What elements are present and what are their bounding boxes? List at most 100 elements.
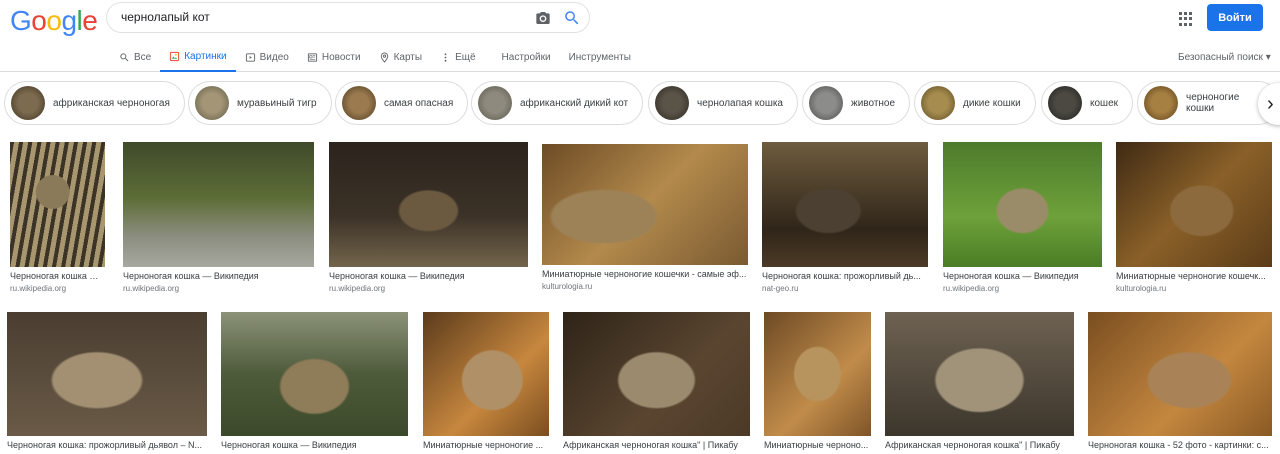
image-result[interactable]: Миниатюрные черноногие кошечк... kulturo… xyxy=(1116,142,1272,293)
chip-label: черноногие кошки xyxy=(1186,92,1240,114)
chip[interactable]: животное xyxy=(802,81,911,125)
tab-label: Настройки xyxy=(501,51,551,63)
image-result[interactable]: Африканская черноногая кошка" | Пикабу xyxy=(563,312,750,450)
chip-label: африканская черноногая xyxy=(53,97,170,109)
tab-tools[interactable]: Инструменты xyxy=(560,46,640,68)
google-logo[interactable]: Google xyxy=(10,5,98,37)
chip-label: африканский дикий кот xyxy=(520,97,629,109)
chip-thumbnail xyxy=(195,86,229,120)
image-result[interactable]: Черноногая кошка — ... ru.wikipedia.org xyxy=(10,142,105,293)
search-icon xyxy=(120,52,129,61)
result-source: ru.wikipedia.org xyxy=(329,284,386,293)
result-title[interactable]: Африканская черноногая кошка" | Пикабу xyxy=(563,440,750,450)
search-box[interactable] xyxy=(106,2,590,33)
chip[interactable]: дикие кошки xyxy=(914,81,1036,125)
chip-label: кошек xyxy=(1090,97,1119,109)
result-thumbnail[interactable] xyxy=(221,312,408,436)
result-thumbnail[interactable] xyxy=(1116,142,1272,267)
result-thumbnail[interactable] xyxy=(762,142,928,267)
result-source: nat-geo.ru xyxy=(762,284,799,293)
tab-all[interactable]: Все xyxy=(110,46,160,68)
chip-label: дикие кошки xyxy=(963,97,1021,109)
result-source: ru.wikipedia.org xyxy=(123,284,180,293)
safe-search-dropdown[interactable]: Безопасный поиск ▾ xyxy=(1178,52,1271,63)
tab-video[interactable]: Видео xyxy=(236,46,298,68)
tab-maps[interactable]: Карты xyxy=(370,46,432,68)
tab-label: Карты xyxy=(393,51,423,63)
tab-images[interactable]: Картинки xyxy=(160,46,236,72)
more-vert-icon xyxy=(444,52,447,62)
search-icon[interactable] xyxy=(563,9,581,27)
image-result[interactable]: Миниатюрные черноногие кошечки - самые э… xyxy=(542,144,748,291)
logo-letter: e xyxy=(82,5,98,36)
image-result[interactable]: Черноногая кошка: прожорливый дьявол – N… xyxy=(7,312,207,450)
result-title[interactable]: Миниатюрные черноно... xyxy=(764,440,871,450)
result-title[interactable]: Черноногая кошка - 52 фото - картинки: с… xyxy=(1088,440,1272,450)
result-thumbnail[interactable] xyxy=(10,142,105,267)
result-title[interactable]: Черноногая кошка: прожорливый дь... xyxy=(762,271,928,281)
apps-grid-icon[interactable] xyxy=(1179,12,1193,26)
tab-more[interactable]: Ещё xyxy=(431,46,484,68)
result-title[interactable]: Черноногая кошка — Википедия xyxy=(221,440,408,450)
result-title[interactable]: Миниатюрные черноногие кошечки - самые э… xyxy=(542,269,748,279)
chip[interactable]: чернолапая кошка xyxy=(648,81,798,125)
result-thumbnail[interactable] xyxy=(7,312,207,436)
result-thumbnail[interactable] xyxy=(423,312,549,436)
result-title[interactable]: Черноногая кошка: прожорливый дьявол – N… xyxy=(7,440,207,450)
result-thumbnail[interactable] xyxy=(764,312,871,436)
result-thumbnail[interactable] xyxy=(123,142,314,267)
tab-news[interactable]: Новости xyxy=(298,46,370,68)
image-result[interactable]: Африканская черноногая кошка" | Пикабу xyxy=(885,312,1074,450)
chip[interactable]: кошек xyxy=(1041,81,1134,125)
tab-label: Инструменты xyxy=(568,51,631,63)
news-icon xyxy=(307,52,317,62)
image-icon xyxy=(170,51,180,61)
result-title[interactable]: Африканская черноногая кошка" | Пикабу xyxy=(885,440,1074,450)
result-thumbnail[interactable] xyxy=(1088,312,1272,436)
chip-thumbnail xyxy=(655,86,689,120)
image-result[interactable]: Миниатюрные черноно... xyxy=(764,312,871,450)
image-result[interactable]: Черноногая кошка — Википедия ru.wikipedi… xyxy=(123,142,314,293)
image-result[interactable]: Черноногая кошка — Википедия ru.wikipedi… xyxy=(943,142,1102,293)
image-result[interactable]: Миниатюрные черноногие ... xyxy=(423,312,549,450)
tab-settings[interactable]: Настройки xyxy=(493,46,560,68)
result-title[interactable]: Миниатюрные черноногие кошечк... xyxy=(1116,271,1272,281)
image-result[interactable]: Черноногая кошка: прожорливый дь... nat-… xyxy=(762,142,928,293)
result-source: kulturologia.ru xyxy=(542,282,593,291)
pin-icon xyxy=(380,51,388,63)
result-title[interactable]: Черноногая кошка — Википедия xyxy=(943,271,1102,281)
chip[interactable]: самая опасная xyxy=(335,81,469,125)
result-title[interactable]: Черноногая кошка — ... xyxy=(10,271,105,281)
chip-label: животное xyxy=(851,97,896,109)
result-source: ru.wikipedia.org xyxy=(943,284,1000,293)
chip[interactable]: африканский дикий кот xyxy=(471,81,644,125)
chip[interactable]: африканская черноногая xyxy=(4,81,185,125)
image-result[interactable]: Черноногая кошка — Википедия ru.wikipedi… xyxy=(329,142,528,293)
tab-label: Видео xyxy=(259,51,289,63)
result-source: kulturologia.ru xyxy=(1116,284,1167,293)
top-bar: Google Войти Все Картинки Видео Новости … xyxy=(0,0,1280,72)
result-title[interactable]: Черноногая кошка — Википедия xyxy=(329,271,528,281)
result-thumbnail[interactable] xyxy=(885,312,1074,436)
result-source: ru.wikipedia.org xyxy=(10,284,67,293)
chip-label: чернолапая кошка xyxy=(697,97,783,109)
sign-in-button[interactable]: Войти xyxy=(1207,4,1263,31)
tab-label: Картинки xyxy=(184,50,227,62)
result-thumbnail[interactable] xyxy=(542,144,748,265)
chip-label: самая опасная xyxy=(384,97,454,109)
camera-icon[interactable] xyxy=(535,10,551,26)
search-input[interactable] xyxy=(121,10,511,24)
chip[interactable]: муравьиный тигр xyxy=(188,81,332,125)
chip-thumbnail xyxy=(1144,86,1178,120)
logo-letter: o xyxy=(31,5,47,36)
image-result[interactable]: Черноногая кошка - 52 фото - картинки: с… xyxy=(1088,312,1272,450)
result-thumbnail[interactable] xyxy=(329,142,528,267)
result-thumbnail[interactable] xyxy=(563,312,750,436)
result-title[interactable]: Черноногая кошка — Википедия xyxy=(123,271,314,281)
search-tabs: Все Картинки Видео Новости Карты Ещё Нас… xyxy=(110,46,640,72)
result-thumbnail[interactable] xyxy=(943,142,1102,267)
image-result[interactable]: Черноногая кошка — Википедия xyxy=(221,312,408,450)
result-title[interactable]: Миниатюрные черноногие ... xyxy=(423,440,549,450)
chip-thumbnail xyxy=(11,86,45,120)
logo-letter: g xyxy=(61,5,77,36)
